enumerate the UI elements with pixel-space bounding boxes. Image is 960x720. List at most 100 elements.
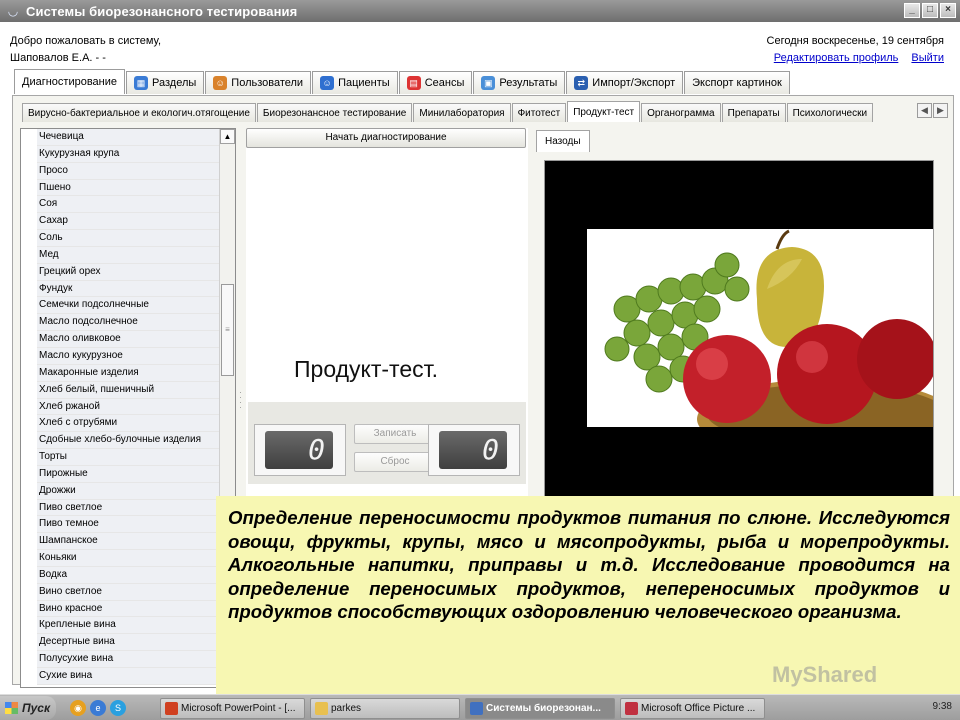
logout-link[interactable]: Выйти: [911, 52, 944, 64]
app-icon: ◡: [7, 4, 19, 18]
taskbar-item-app[interactable]: Системы биорезонан...: [465, 698, 615, 719]
list-item[interactable]: Сухие вина: [37, 668, 221, 685]
browser-icon[interactable]: e: [90, 700, 106, 716]
tab-export-images[interactable]: Экспорт картинок: [684, 71, 790, 94]
subtab-minilab[interactable]: Минилаборатория: [413, 103, 511, 122]
app-window-icon: [470, 702, 483, 715]
save-button[interactable]: Записать: [354, 424, 436, 444]
list-item[interactable]: Крепленые вина: [37, 617, 221, 635]
taskbar-item-picture-manager[interactable]: Microsoft Office Picture ...: [620, 698, 765, 719]
tab-label: Экспорт картинок: [692, 77, 782, 89]
start-diagnostics-button[interactable]: Начать диагностирование: [246, 128, 526, 148]
list-item[interactable]: Полусухие вина: [37, 651, 221, 668]
tab-nosodes[interactable]: Назоды: [536, 130, 590, 152]
tab-label: Пользователи: [231, 77, 304, 89]
list-item[interactable]: Хлеб белый, пшеничный: [37, 381, 221, 399]
maximize-icon[interactable]: □: [922, 3, 938, 18]
start-button[interactable]: Пуск: [0, 696, 56, 720]
description-text: Определение переносимости продуктов пита…: [228, 507, 950, 623]
tab-sessions[interactable]: ▤ Сеансы: [398, 71, 473, 94]
list-item[interactable]: Дрожжи: [37, 482, 221, 500]
right-panel: Назоды: [536, 128, 942, 498]
scroll-thumb[interactable]: ≡: [221, 284, 234, 376]
users-icon: ☺: [213, 76, 228, 90]
tab-results[interactable]: ▣ Результаты: [473, 71, 566, 94]
taskbar: Пуск ◉ e S Microsoft PowerPoint - [... p…: [0, 694, 960, 720]
list-item[interactable]: Пиво светлое: [37, 499, 221, 517]
list-item[interactable]: Просо: [37, 162, 221, 180]
center-panel: Начать диагностирование Продукт-тест. 0 …: [246, 128, 528, 498]
quicklaunch-icon[interactable]: ◉: [70, 700, 86, 716]
splitter-handle[interactable]: · · · ·: [239, 388, 242, 412]
edit-profile-link[interactable]: Редактировать профиль: [774, 52, 899, 64]
tab-users[interactable]: ☺ Пользователи: [205, 71, 312, 94]
subtab-product-test[interactable]: Продукт-тест: [567, 101, 641, 122]
subtab-viral[interactable]: Вирусно-бактериальное и екологич.отягоще…: [22, 103, 256, 122]
list-item[interactable]: Масло оливковое: [37, 331, 221, 348]
counter-area: 0 Записать Сброс 0: [248, 402, 526, 484]
product-test-label: Продукт-тест.: [294, 356, 438, 382]
list-item[interactable]: Масло кукурузное: [37, 347, 221, 365]
list-item[interactable]: Десертные вина: [37, 634, 221, 652]
user-name: Шаповалов Е.А. - -: [10, 52, 106, 64]
tab-patients[interactable]: ☺ Пациенты: [312, 71, 398, 94]
welcome-block: Добро пожаловать в систему, Шаповалов Е.…: [10, 33, 161, 67]
clock: 9:38: [932, 701, 952, 712]
list-item[interactable]: Грецкий орех: [37, 263, 221, 281]
tab-diagnostics[interactable]: Диагностирование: [14, 69, 126, 94]
scroll-up-icon[interactable]: ▲: [220, 129, 235, 144]
minimize-icon[interactable]: _: [904, 3, 920, 18]
counter-left-value: 0: [265, 431, 333, 469]
list-item[interactable]: Фундук: [37, 280, 221, 298]
watermark-logo: MyShared: [772, 662, 878, 687]
list-item[interactable]: Чечевица: [37, 129, 221, 146]
list-item[interactable]: Мед: [37, 246, 221, 264]
subtab-organogram[interactable]: Органограмма: [641, 103, 721, 122]
subtab-psychological[interactable]: Психологически: [786, 103, 874, 122]
list-item[interactable]: Соя: [37, 196, 221, 214]
window-titlebar[interactable]: ◡ Системы биорезонансного тестирования _…: [0, 0, 960, 22]
chevron-right-icon[interactable]: ▶: [933, 103, 948, 118]
tab-import-export[interactable]: ⇄ Импорт/Экспорт: [566, 71, 684, 94]
subtab-phytotest[interactable]: Фитотест: [511, 103, 567, 122]
skype-icon[interactable]: S: [110, 700, 126, 716]
taskbar-item-powerpoint[interactable]: Microsoft PowerPoint - [...: [160, 698, 305, 719]
list-item[interactable]: Хлеб ржаной: [37, 398, 221, 416]
list-item[interactable]: Водка: [37, 566, 221, 584]
subtab-bioresonance[interactable]: Биорезонансное тестирование: [256, 103, 413, 122]
taskbar-item-folder[interactable]: parkes: [310, 698, 460, 719]
list-item[interactable]: Шампанское: [37, 533, 221, 551]
list-item[interactable]: Пирожные: [37, 465, 221, 483]
list-item[interactable]: Семечки подсолнечные: [37, 297, 221, 315]
list-item[interactable]: Кукурузная крупа: [37, 145, 221, 163]
tab-label: Пациенты: [338, 77, 390, 89]
list-item[interactable]: Коньяки: [37, 550, 221, 567]
close-icon[interactable]: ×: [940, 3, 956, 18]
list-item[interactable]: Вино красное: [37, 600, 221, 618]
counter-left: 0: [254, 424, 346, 476]
product-list: Чечевица Кукурузная крупа Просо Пшено Соя Сах…: [37, 129, 221, 685]
tab-label: Сеансы: [424, 77, 465, 89]
subtab-preparations[interactable]: Препараты: [721, 103, 786, 122]
chevron-left-icon[interactable]: ◀: [917, 103, 932, 118]
list-item[interactable]: Пиво темное: [37, 516, 221, 534]
welcome-text: Добро пожаловать в систему,: [10, 35, 162, 47]
list-item[interactable]: Сдобные хлебо-булочные изделия: [37, 432, 221, 450]
list-item[interactable]: Пшено: [37, 179, 221, 197]
image-frame: [544, 160, 934, 498]
list-item[interactable]: Торты: [37, 449, 221, 466]
product-list-panel: Чечевица Кукурузная крупа Просо Пшено Соя Сах…: [20, 128, 236, 688]
reset-button[interactable]: Сброс: [354, 452, 436, 472]
list-item[interactable]: Масло подсолнечное: [37, 314, 221, 332]
list-item[interactable]: Соль: [37, 230, 221, 247]
tab-sections[interactable]: ▦ Разделы: [126, 71, 205, 94]
results-icon: ▣: [481, 76, 496, 90]
list-item[interactable]: Вино светлое: [37, 583, 221, 601]
list-item[interactable]: Сахар: [37, 213, 221, 231]
list-item[interactable]: Макаронные изделия: [37, 364, 221, 382]
fruit-illustration: [604, 229, 933, 427]
folder-icon: [315, 702, 328, 715]
list-gutter: [21, 129, 37, 687]
list-item[interactable]: Хлеб с отрубями: [37, 415, 221, 433]
powerpoint-icon: [165, 702, 178, 715]
